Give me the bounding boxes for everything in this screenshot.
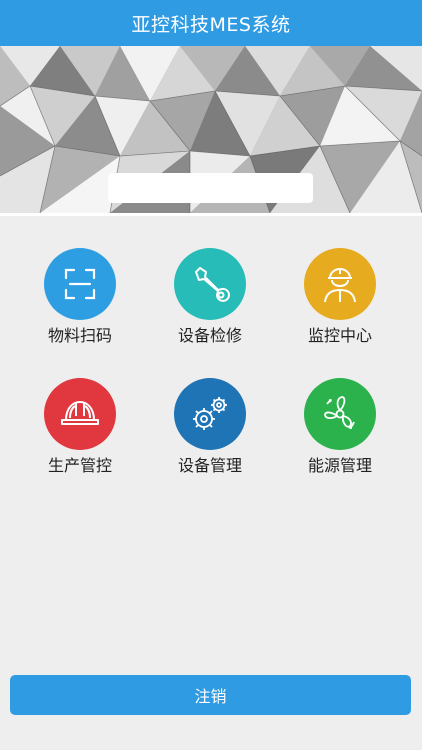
logout-button[interactable]: 注销 — [10, 675, 411, 715]
banner-text-field — [108, 173, 313, 203]
menu-item-material-scan[interactable]: 物料扫码 — [25, 248, 135, 346]
fan-icon — [304, 378, 376, 450]
menu-item-label: 物料扫码 — [47, 326, 112, 345]
logout-label: 注销 — [194, 687, 227, 706]
gears-icon — [174, 378, 246, 450]
app-header: 亚控科技MES系统 — [0, 0, 422, 46]
menu-item-equipment-repair[interactable]: 设备检修 — [155, 248, 265, 346]
menu-item-label: 设备检修 — [177, 326, 242, 345]
app-title: 亚控科技MES系统 — [131, 13, 291, 36]
menu-item-label: 设备管理 — [177, 456, 242, 475]
menu-item-equipment-management[interactable]: 设备管理 — [155, 378, 265, 476]
worker-icon — [304, 248, 376, 320]
menu-item-monitor-center[interactable]: 监控中心 — [285, 248, 395, 346]
wrench-icon — [174, 248, 246, 320]
menu-item-label: 生产管控 — [47, 456, 112, 475]
menu-item-energy-management[interactable]: 能源管理 — [285, 378, 395, 476]
hardhat-icon — [44, 378, 116, 450]
menu-item-production-control[interactable]: 生产管控 — [25, 378, 135, 476]
divider — [0, 213, 422, 216]
menu-item-label: 监控中心 — [307, 326, 372, 345]
scan-icon — [44, 248, 116, 320]
banner-image — [0, 46, 422, 213]
menu-item-label: 能源管理 — [307, 456, 372, 475]
